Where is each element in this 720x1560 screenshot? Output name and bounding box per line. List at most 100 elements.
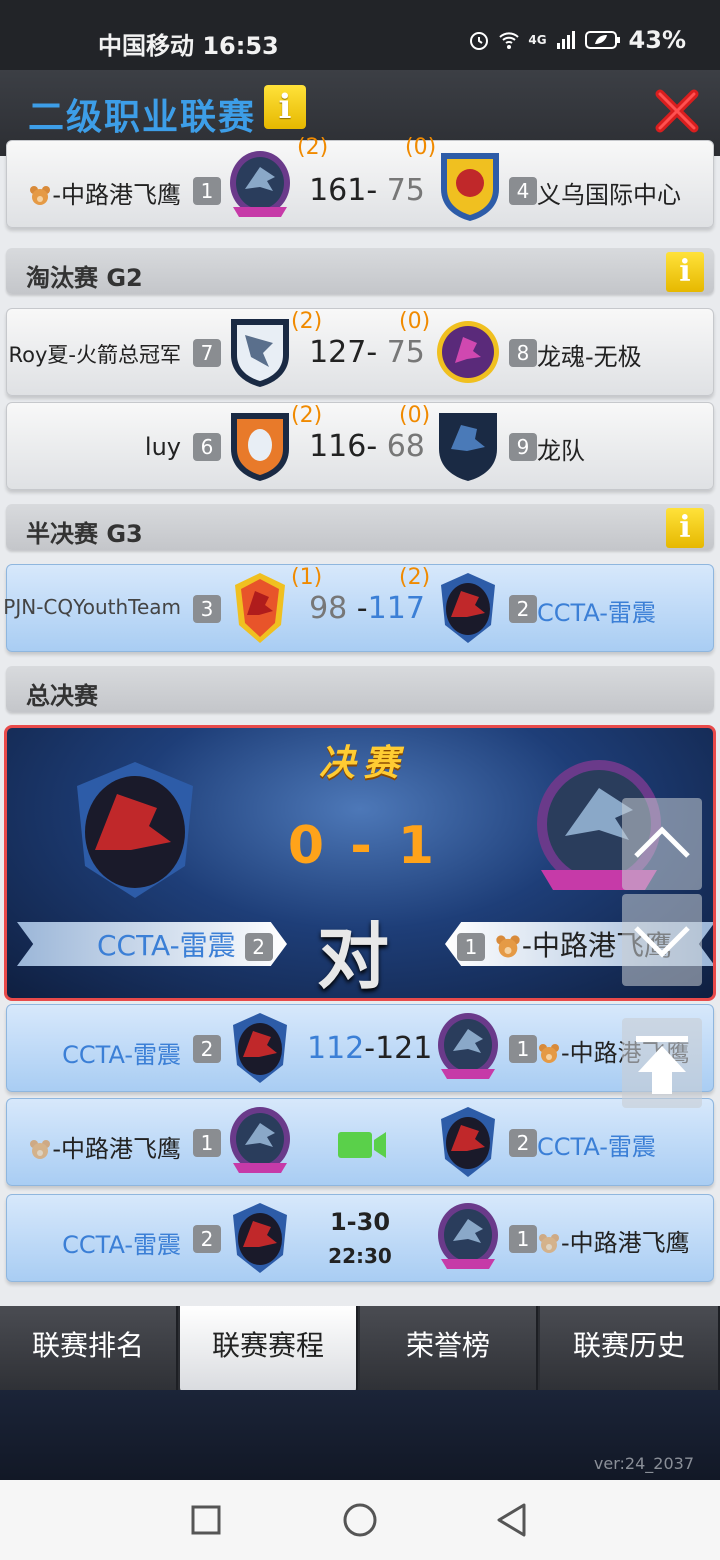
status-bar: 中国移动 16:53 4G 43% — [0, 0, 720, 70]
bear-icon — [30, 186, 51, 205]
wins-left: (2) — [291, 403, 323, 428]
signal-icon — [556, 31, 575, 49]
close-icon[interactable] — [654, 88, 700, 134]
carrier-time: 中国移动 16:53 — [98, 32, 279, 60]
team-right: 龙魂-无极 — [537, 343, 642, 371]
league-info-button[interactable]: i — [264, 85, 306, 129]
bear-icon — [539, 1044, 559, 1063]
video-replay-icon[interactable] — [336, 1128, 388, 1162]
seed-right: 1 — [457, 933, 485, 961]
bottom-tab-bar: 联赛排名 联赛赛程 荣誉榜 联赛历史 — [0, 1306, 720, 1392]
seed-left: 2 — [244, 933, 273, 961]
wins-right: (0) — [399, 403, 431, 428]
team-left: -中路港飞鹰 — [28, 175, 181, 210]
bear-icon — [496, 935, 520, 958]
recents-icon[interactable] — [190, 1504, 222, 1536]
rocket-team-logo — [231, 319, 289, 387]
eagle-team-logo — [230, 151, 290, 217]
arrow-to-top-icon — [636, 1036, 688, 1094]
series-score: 0 - 1 — [287, 816, 439, 876]
page-title: 二级职业联赛 — [28, 97, 257, 138]
eagle-team-logo — [438, 1013, 498, 1079]
seed-right: 2 — [509, 595, 537, 623]
section-header-final: 总决赛 — [6, 666, 714, 712]
thunder-dragon-team-logo — [441, 573, 495, 643]
wins-right: (2) — [399, 565, 431, 590]
tab-league-schedule[interactable]: 联赛赛程 — [180, 1306, 358, 1392]
team-right: 义乌国际中心 — [537, 181, 681, 209]
scroll-down-button[interactable] — [622, 894, 702, 986]
bear-icon — [539, 1234, 559, 1253]
dragon-soul-team-logo — [437, 321, 499, 383]
scroll-to-top-button[interactable] — [622, 1018, 702, 1108]
tab-league-history[interactable]: 联赛历史 — [540, 1306, 720, 1390]
spartan-team-logo — [231, 413, 289, 481]
wins-right: (0) — [399, 309, 431, 334]
network-label: 4G — [528, 33, 547, 47]
final-banner[interactable]: 决赛 0 - 1 CCTA-雷震 2 1 -中路港飞鹰 对 — [4, 725, 716, 1001]
match-card[interactable]: Roy夏-火箭总冠军 7 (2) (0) 127- 75 8 龙魂-无极 — [6, 308, 714, 396]
system-nav-bar — [0, 1480, 720, 1560]
match-score: 127- 75 — [309, 335, 425, 370]
match-score: 116- 68 — [309, 429, 425, 464]
tab-honor-roll[interactable]: 荣誉榜 — [360, 1306, 538, 1390]
match-score: 112-121 — [307, 1031, 433, 1066]
status-icons: 4G 43% — [468, 26, 686, 54]
battery-icon — [584, 31, 620, 49]
versus-label: 对 — [317, 915, 390, 999]
match-card[interactable]: CCTA-雷震 2 112-121 1 -中路港飞鹰 — [6, 1004, 714, 1092]
section-header-g2: 淘汰赛 G2 i — [6, 248, 714, 294]
wins-left: (2) — [297, 135, 329, 160]
chevron-up-icon — [634, 826, 690, 858]
seed-left: 7 — [193, 339, 221, 367]
team-left: CCTA-雷震 — [62, 1231, 181, 1259]
team-left: luy — [144, 433, 181, 461]
seed-right: 8 — [509, 339, 537, 367]
bull-team-logo — [441, 153, 499, 221]
seed-right: 4 — [509, 177, 537, 205]
eagle-team-logo — [230, 1107, 290, 1173]
section-title: 半决赛 G3 — [26, 520, 143, 548]
back-icon[interactable] — [494, 1502, 528, 1538]
seed-left: 3 — [193, 595, 221, 623]
match-card[interactable]: luy 6 (2) (0) 116- 68 9 龙队 — [6, 402, 714, 490]
seed-right: 2 — [509, 1129, 537, 1157]
seed-right: 1 — [509, 1035, 537, 1063]
battery-percent: 43% — [628, 26, 686, 54]
scroll-up-button[interactable] — [622, 798, 702, 890]
wins-left: (1) — [291, 565, 323, 590]
dragon-team-logo — [439, 413, 497, 481]
section-header-g3: 半决赛 G3 i — [6, 504, 714, 550]
seed-right: 9 — [509, 433, 537, 461]
thunder-dragon-team-logo — [233, 1203, 287, 1273]
section-info-button[interactable]: i — [666, 508, 704, 548]
wins-left: (2) — [291, 309, 323, 334]
seed-right: 1 — [509, 1225, 537, 1253]
seed-left: 1 — [193, 177, 221, 205]
seed-left: 6 — [193, 433, 221, 461]
match-score: 98 -117 — [309, 591, 425, 626]
team-right: 龙队 — [537, 437, 585, 465]
fire-dragon-team-logo — [235, 573, 285, 643]
team-left: CCTA-雷震 — [62, 1041, 181, 1069]
bear-icon — [30, 1140, 51, 1159]
team-left: PJN-CQYouthTeam — [3, 595, 181, 619]
section-info-button[interactable]: i — [666, 252, 704, 292]
seed-left: 2 — [193, 1035, 221, 1063]
alarm-icon — [470, 32, 489, 50]
tab-league-ranking[interactable]: 联赛排名 — [0, 1306, 178, 1390]
match-card[interactable]: PJN-CQYouthTeam 3 (1) (2) 98 -117 2 CCTA… — [3, 564, 714, 652]
thunder-dragon-team-logo — [233, 1013, 287, 1083]
match-score: 161- 75 — [309, 173, 425, 208]
home-icon[interactable] — [342, 1502, 378, 1538]
team-right: CCTA-雷震 — [537, 1133, 656, 1161]
game-time: 22:30 — [328, 1244, 392, 1268]
wins-right: (0) — [405, 135, 437, 160]
chevron-down-icon — [634, 926, 690, 958]
team-right: -中路港飞鹰 — [537, 1223, 690, 1258]
section-title: 总决赛 — [26, 682, 98, 710]
eagle-team-logo — [438, 1203, 498, 1269]
seed-left: 1 — [193, 1129, 221, 1157]
match-card[interactable]: -中路港飞鹰 1 (2) (0) 161- 75 4 义乌国际中心 — [6, 135, 714, 228]
final-team-left: CCTA-雷震 2 — [97, 924, 273, 964]
